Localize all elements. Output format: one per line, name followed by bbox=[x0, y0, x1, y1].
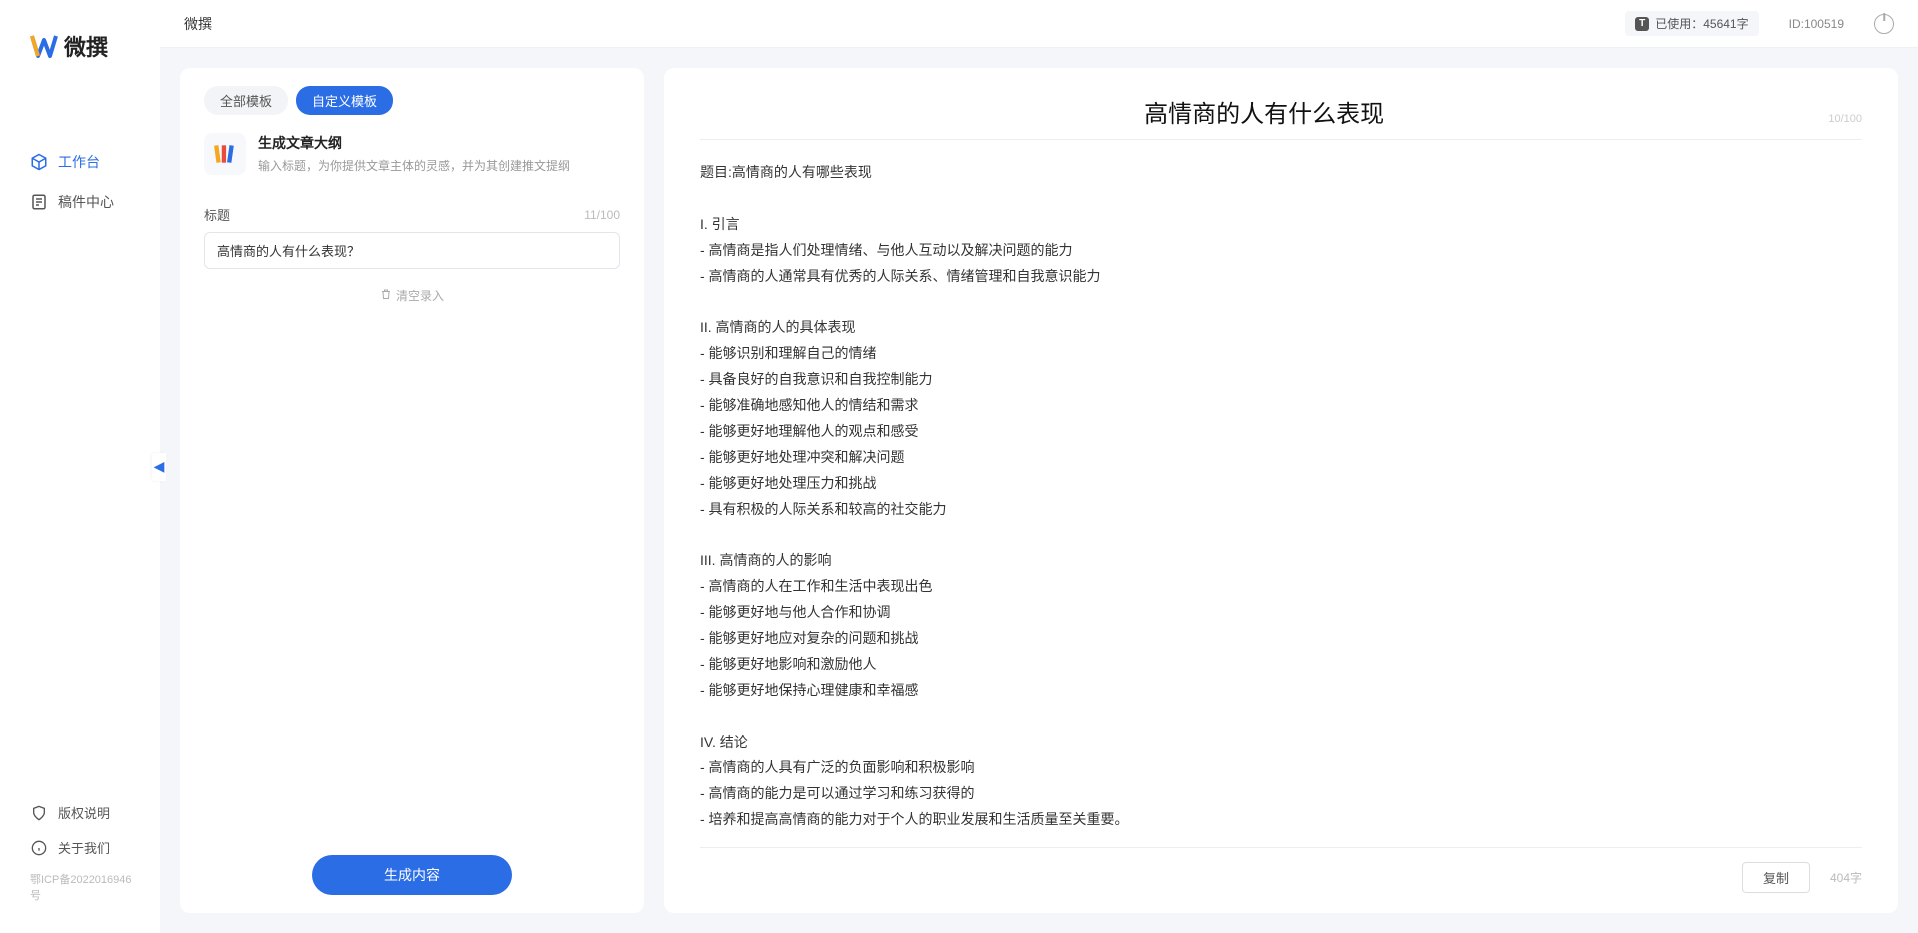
template-info: 生成文章大纲 输入标题，为你提供文章主体的灵感，并为其创建推文提纲 bbox=[258, 133, 570, 175]
document-icon bbox=[30, 193, 48, 211]
main: 微撰 T 已使用：45641字 ID:100519 全部模板 自定义模板 bbox=[160, 0, 1918, 933]
sidebar-item-label: 稿件中心 bbox=[58, 192, 114, 212]
sidebar-item-label: 工作台 bbox=[58, 152, 100, 172]
header-title: 微撰 bbox=[184, 14, 212, 34]
sidebar-item-label: 关于我们 bbox=[58, 838, 110, 857]
template-desc: 输入标题，为你提供文章主体的灵感，并为其创建推文提纲 bbox=[258, 157, 570, 175]
sidebar: 微撰 工作台 稿件中心 版权说明 bbox=[0, 0, 160, 933]
tab-all-templates[interactable]: 全部模板 bbox=[204, 86, 288, 115]
doc-body[interactable]: 题目:高情商的人有哪些表现 I. 引言 - 高情商是指人们处理情绪、与他人互动以… bbox=[700, 160, 1862, 837]
usage-pill[interactable]: T 已使用：45641字 bbox=[1625, 11, 1758, 36]
logo[interactable]: 微撰 bbox=[0, 0, 160, 82]
clear-label: 清空录入 bbox=[396, 287, 444, 304]
sidebar-nav: 工作台 稿件中心 bbox=[0, 82, 160, 795]
panel-input: 全部模板 自定义模板 生成文章大纲 输入标题，为你提供文章主体的灵感，并为其创建… bbox=[180, 68, 644, 913]
tab-custom-templates[interactable]: 自定义模板 bbox=[296, 86, 393, 115]
doc-title-row: 高情商的人有什么表现 10/100 bbox=[700, 94, 1862, 140]
field-label: 标题 bbox=[204, 205, 230, 224]
trash-icon bbox=[380, 288, 392, 303]
template-tabs: 全部模板 自定义模板 bbox=[204, 86, 620, 115]
clear-button[interactable]: 清空录入 bbox=[380, 287, 444, 304]
content: 全部模板 自定义模板 生成文章大纲 输入标题，为你提供文章主体的灵感，并为其创建… bbox=[160, 48, 1918, 933]
icp-text: 鄂ICP备2022016946号 bbox=[0, 865, 160, 913]
generate-button[interactable]: 生成内容 bbox=[312, 855, 512, 895]
sidebar-item-workspace[interactable]: 工作台 bbox=[0, 142, 160, 182]
header: 微撰 T 已使用：45641字 ID:100519 bbox=[160, 0, 1918, 48]
word-count: 404字 bbox=[1830, 869, 1862, 886]
sidebar-item-copyright[interactable]: 版权说明 bbox=[0, 795, 160, 830]
doc-title-count: 10/100 bbox=[1828, 113, 1862, 125]
sidebar-item-drafts[interactable]: 稿件中心 bbox=[0, 182, 160, 222]
cube-icon bbox=[30, 153, 48, 171]
field-header: 标题 11/100 bbox=[204, 205, 620, 224]
info-icon bbox=[30, 839, 48, 857]
shield-icon bbox=[30, 804, 48, 822]
books-icon bbox=[204, 133, 246, 175]
chevron-left-icon: ◀ bbox=[154, 458, 165, 475]
panel-output: 高情商的人有什么表现 10/100 题目:高情商的人有哪些表现 I. 引言 - … bbox=[664, 68, 1898, 913]
power-icon[interactable] bbox=[1874, 14, 1894, 34]
title-input[interactable] bbox=[204, 232, 620, 269]
template-title: 生成文章大纲 bbox=[258, 133, 570, 153]
logo-icon bbox=[30, 32, 58, 60]
doc-footer: 复制 404字 bbox=[700, 847, 1862, 893]
sidebar-collapse-toggle[interactable]: ◀ bbox=[152, 453, 166, 481]
template-card[interactable]: 生成文章大纲 输入标题，为你提供文章主体的灵感，并为其创建推文提纲 bbox=[204, 133, 620, 175]
logo-text: 微撰 bbox=[64, 30, 108, 62]
field-count: 11/100 bbox=[584, 208, 620, 222]
copy-button[interactable]: 复制 bbox=[1742, 862, 1810, 893]
sidebar-item-label: 版权说明 bbox=[58, 803, 110, 822]
sidebar-item-about[interactable]: 关于我们 bbox=[0, 830, 160, 865]
user-id: ID:100519 bbox=[1789, 17, 1844, 31]
sidebar-footer: 版权说明 关于我们 鄂ICP备2022016946号 bbox=[0, 795, 160, 933]
header-right: T 已使用：45641字 ID:100519 bbox=[1625, 11, 1894, 36]
doc-title[interactable]: 高情商的人有什么表现 bbox=[700, 94, 1828, 129]
usage-label: 已使用：45641字 bbox=[1655, 15, 1748, 32]
text-icon: T bbox=[1635, 17, 1649, 31]
